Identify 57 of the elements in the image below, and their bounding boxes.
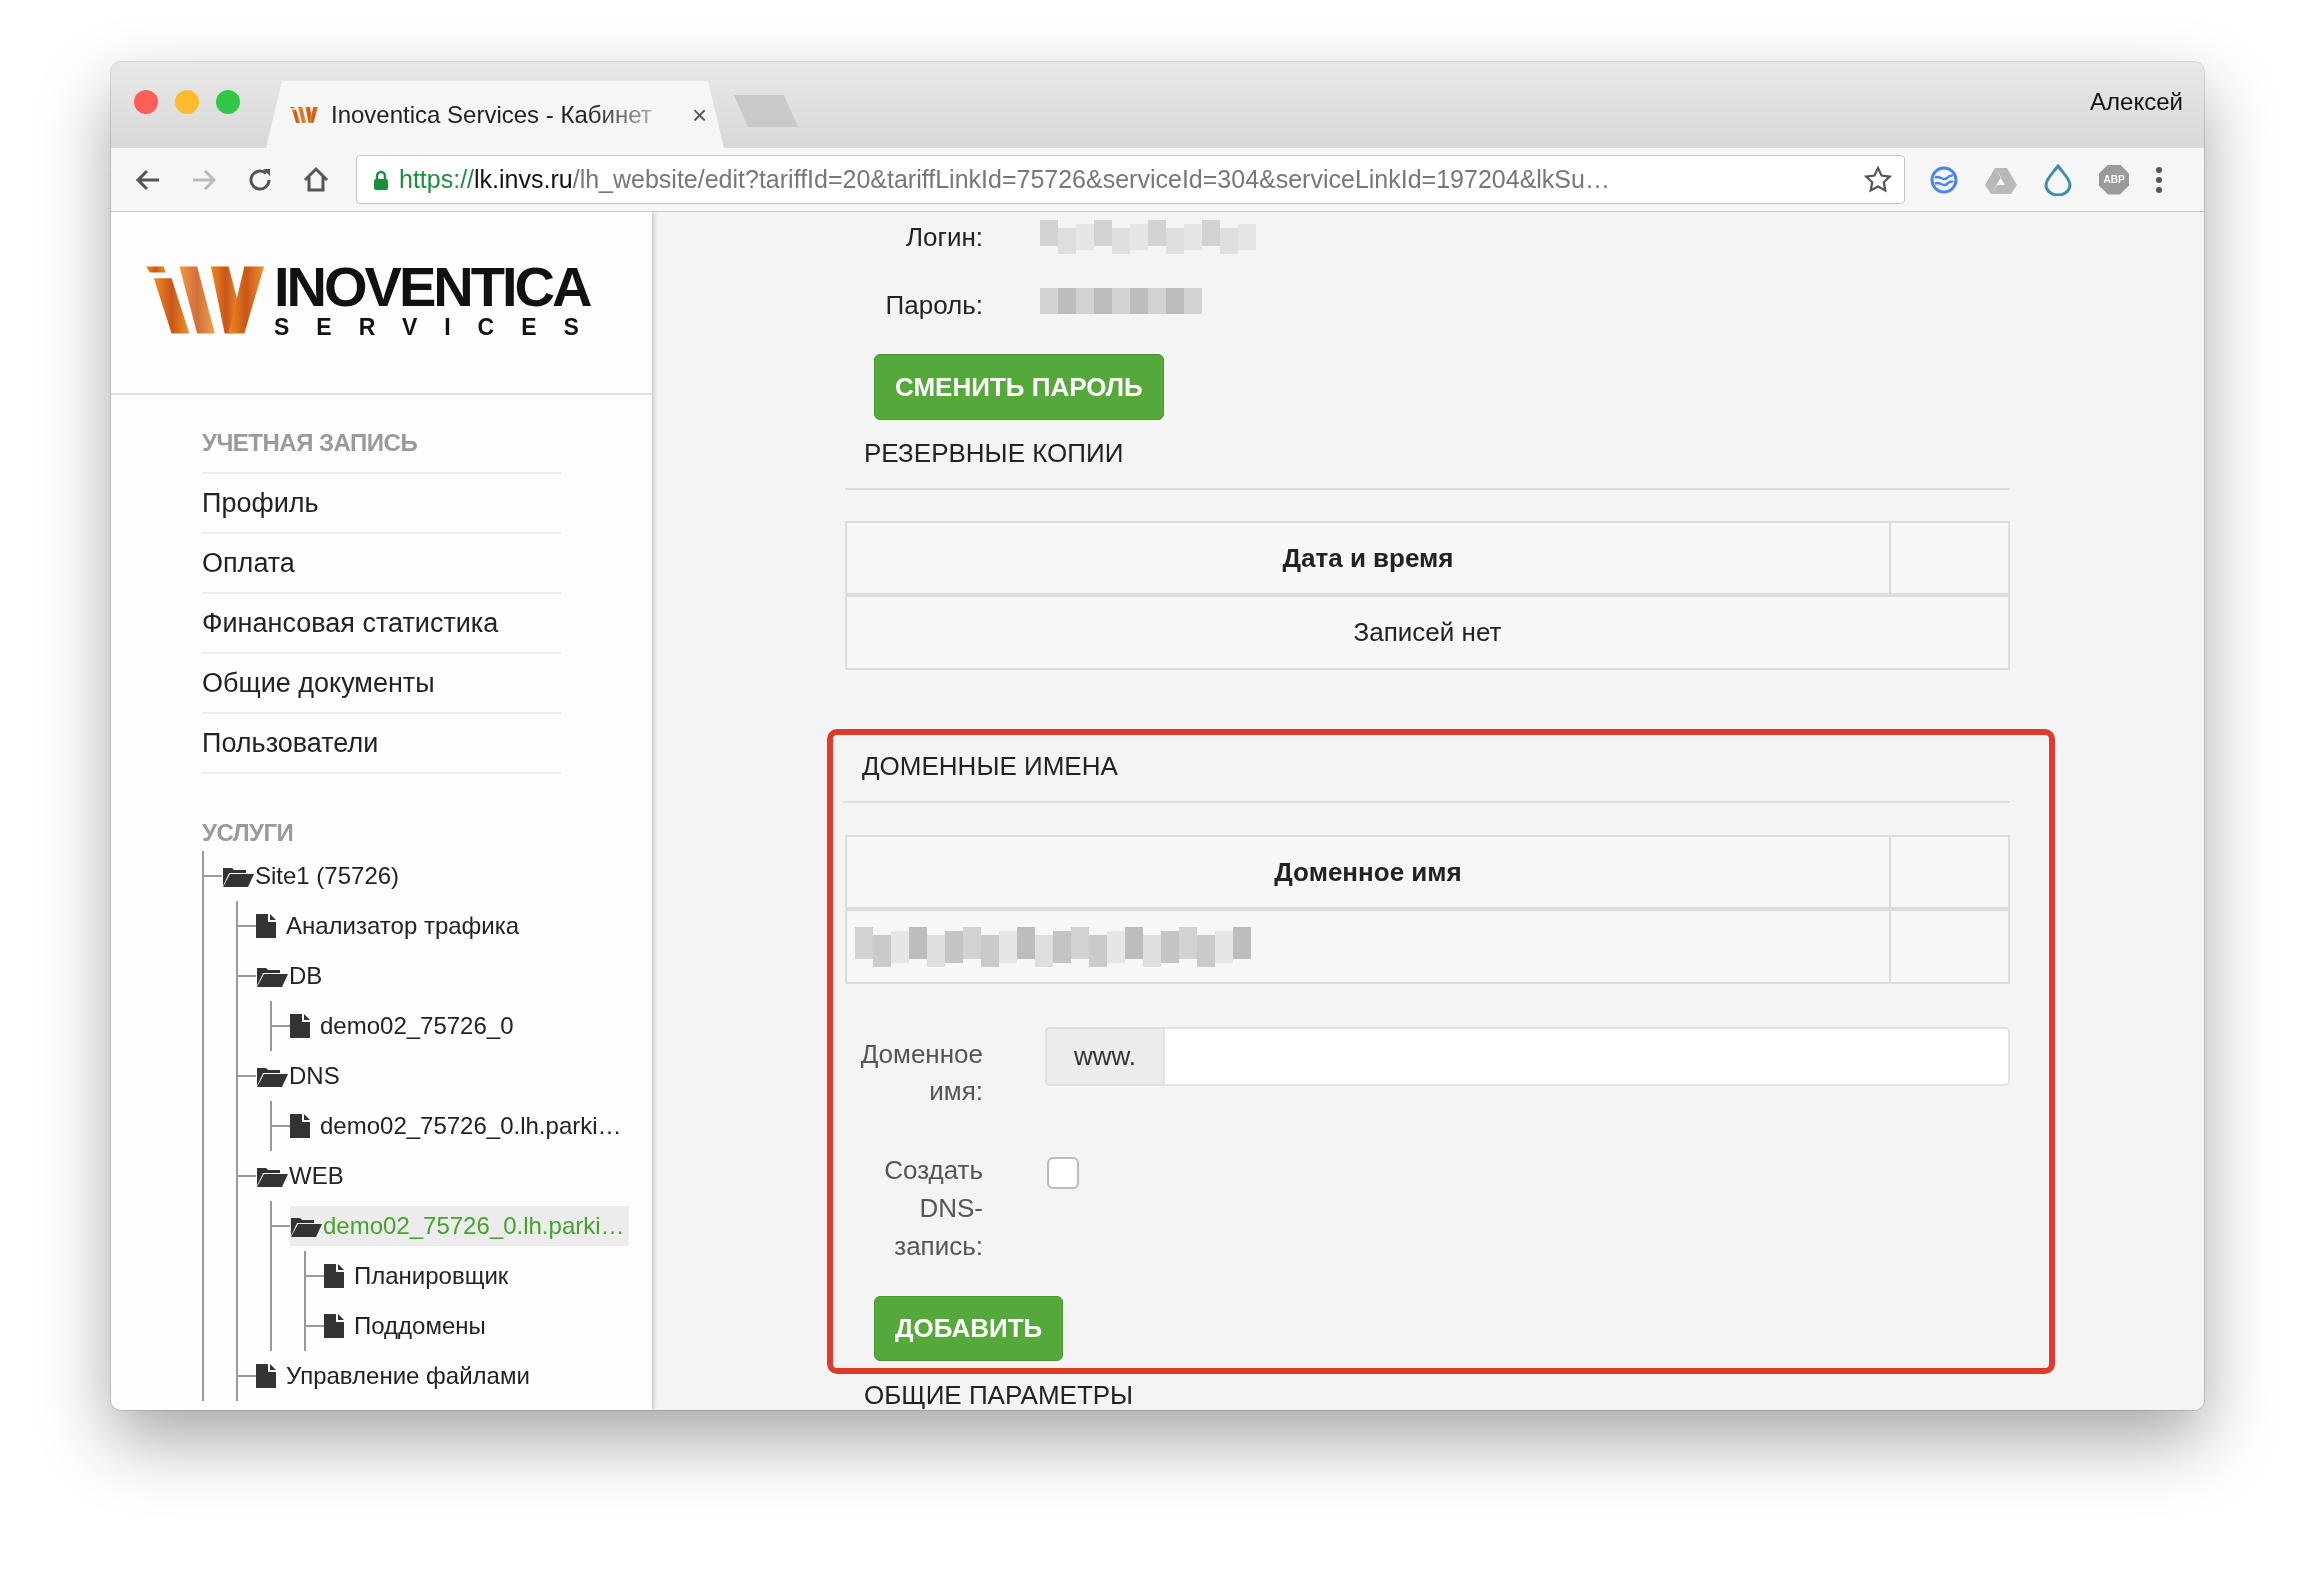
tree-item[interactable]: Управление файлами <box>256 1356 534 1396</box>
folder-icon <box>290 1215 322 1237</box>
column-header: Доменное имя <box>846 836 1890 909</box>
tab-title: Inoventica Services - Кабинет <box>331 100 652 129</box>
lock-icon <box>373 169 389 190</box>
folder-icon <box>256 965 288 987</box>
folder-icon <box>222 865 254 887</box>
url-text: https://lk.invs.ru/lh_website/edit?tariffId=20&tariffLinkId=75726&serviceId=304&serviceLinkId=197204&lkSu… <box>399 165 1610 194</box>
file-icon <box>256 1364 276 1388</box>
file-icon <box>324 1314 344 1338</box>
browser-tab[interactable]: Inoventica Services - Кабинет × <box>266 81 724 148</box>
field-label: Создать DNS-запись: <box>883 1154 983 1263</box>
section-heading: ОБЩИЕ ПАРАМЕТРЫ <box>863 1379 1135 1410</box>
field-label: Логин: <box>904 221 983 253</box>
nav-link[interactable]: Профиль <box>202 472 561 532</box>
tree-item[interactable]: WEB <box>256 1156 348 1196</box>
nav-link[interactable]: Финансовая статистика <box>202 592 561 652</box>
field-label: Доменное имя: <box>859 1038 983 1108</box>
drop-icon[interactable] <box>2043 163 2073 196</box>
empty-message: Записей нет <box>846 595 2009 669</box>
file-icon <box>256 914 276 938</box>
logo-text: INOVENTICA <box>274 263 591 311</box>
home-icon[interactable] <box>301 164 331 195</box>
address-bar[interactable]: https://lk.invs.ru/lh_website/edit?tariffId=20&tariffLinkId=75726&serviceId=304&serviceLinkId=197204&lkSu… <box>356 155 1905 204</box>
section-heading: УСЛУГИ <box>202 818 295 848</box>
tree-item[interactable]: Планировщик <box>324 1256 513 1296</box>
zoom-window-button[interactable] <box>216 90 240 114</box>
nav-link[interactable]: Пользователи <box>202 712 561 772</box>
tree-item[interactable]: DB <box>256 956 327 996</box>
tree-item[interactable]: Site1 (75726) <box>222 856 404 896</box>
star-icon[interactable] <box>1863 165 1893 195</box>
menu-icon[interactable] <box>2155 165 2163 194</box>
folder-icon <box>256 1165 288 1187</box>
nav-link[interactable]: Общие документы <box>202 652 561 712</box>
close-tab-button[interactable]: × <box>688 101 712 128</box>
tree-item[interactable]: demo02_75726_0.lh.parki… <box>290 1106 626 1146</box>
section-heading: РЕЗЕРВНЫЕ КОПИИ <box>863 437 1125 470</box>
file-icon <box>290 1114 310 1138</box>
column-header: Дата и время <box>846 522 1890 595</box>
swirl-icon[interactable] <box>1929 164 1959 195</box>
triangle-icon[interactable] <box>1985 165 2017 194</box>
tree-item[interactable]: DNS <box>256 1056 344 1096</box>
file-icon <box>290 1014 310 1038</box>
field-label: Пароль: <box>884 289 983 321</box>
profile-name[interactable]: Алексей <box>2090 88 2183 116</box>
tree-item[interactable]: demo02_75726_0 <box>290 1006 518 1046</box>
section-heading: ДОМЕННЫЕ ИМЕНА <box>861 750 1119 783</box>
close-window-button[interactable] <box>134 90 158 114</box>
nav-link[interactable]: Оплата <box>202 532 561 592</box>
dns-checkbox[interactable] <box>1047 1157 1079 1189</box>
folder-icon <box>256 1065 288 1087</box>
tree-item[interactable]: Поддомены <box>324 1306 490 1346</box>
tree-item[interactable]: Анализатор трафика <box>256 906 524 946</box>
file-icon <box>324 1264 344 1288</box>
favicon-icon <box>290 105 318 124</box>
logo-tagline: SERVICES <box>274 313 606 341</box>
section-heading: УЧЕТНАЯ ЗАПИСЬ <box>202 428 419 458</box>
